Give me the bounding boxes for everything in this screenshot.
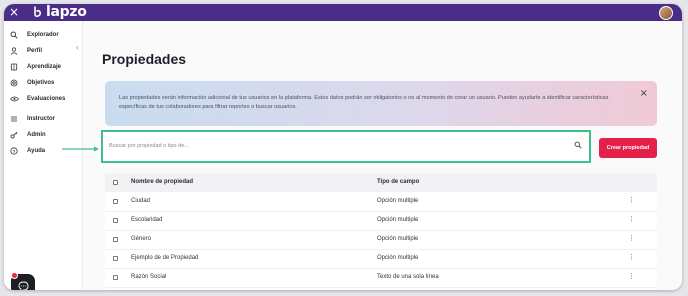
person-icon — [9, 46, 19, 56]
field-type: Opción multiple — [377, 236, 419, 242]
sidebar-item-label: Evaluaciones — [27, 96, 66, 102]
property-name: Ejemplo de de Propiedad — [131, 255, 199, 261]
info-banner: Las propiedades serán información adicio… — [105, 81, 657, 126]
table-row[interactable]: Ciudad Opción multiple ⋮ — [105, 192, 657, 212]
close-banner-icon[interactable]: × — [640, 88, 648, 99]
column-header-type: Tipo de campo — [377, 179, 420, 185]
field-type: Opción multiple — [377, 198, 419, 204]
search-box[interactable] — [101, 130, 591, 163]
page-title: Propiedades — [102, 51, 187, 67]
search-input[interactable] — [109, 140, 559, 152]
avatar[interactable] — [659, 6, 673, 20]
close-icon[interactable]: × — [9, 5, 19, 20]
sidebar-item-label: Objetivos — [27, 80, 55, 86]
main-content: Propiedades Las propiedades serán inform… — [83, 21, 682, 290]
table-row[interactable]: Ejemplo de de Propiedad Opción multiple … — [105, 249, 657, 269]
annotation-arrow-icon — [62, 146, 99, 152]
chat-icon — [18, 281, 28, 290]
more-options-icon[interactable]: ⋮ — [628, 196, 635, 204]
more-options-icon[interactable]: ⋮ — [628, 234, 635, 242]
logo-text: lapzo — [46, 4, 87, 20]
sidebar-item-perfil[interactable]: Perfil — [9, 45, 42, 57]
row-checkbox[interactable] — [113, 256, 118, 261]
row-checkbox[interactable] — [113, 275, 118, 280]
svg-text:?: ? — [13, 149, 16, 154]
sidebar-item-label: Instructor — [27, 116, 56, 122]
sidebar-item-admin[interactable]: Admin — [9, 129, 46, 141]
sidebar-item-explorador[interactable]: Explorador — [9, 29, 59, 41]
sidebar: ‹ Explorador Perfil Aprendizaje Objetivo… — [4, 21, 83, 290]
column-header-name: Nombre de propiedad — [131, 179, 194, 185]
table-row[interactable]: Género Opción multiple ⋮ — [105, 230, 657, 250]
row-checkbox[interactable] — [113, 218, 118, 223]
field-type: Opción multiple — [377, 217, 419, 223]
banner-text: Las propiedades serán información adicio… — [119, 95, 609, 110]
property-name: Razón Social — [131, 274, 167, 280]
notification-badge — [11, 272, 18, 279]
target-icon — [9, 78, 19, 88]
book-icon — [9, 62, 19, 72]
row-checkbox[interactable] — [113, 237, 118, 242]
sidebar-item-label: Aprendizaje — [27, 64, 62, 70]
property-name: Género — [131, 236, 152, 242]
table-row[interactable]: Razón Social Texto de una sola línea ⋮ — [105, 268, 657, 288]
app-window: × lapzo ‹ Explorador Perfil Aprendizaje … — [4, 4, 682, 290]
search-icon[interactable] — [574, 141, 582, 149]
help-icon: ? — [9, 146, 19, 156]
key-icon — [9, 130, 19, 140]
sidebar-item-aprendizaje[interactable]: Aprendizaje — [9, 61, 61, 73]
sidebar-item-ayuda[interactable]: ? Ayuda — [9, 145, 45, 157]
more-options-icon[interactable]: ⋮ — [628, 215, 635, 223]
collapse-sidebar-icon[interactable]: ‹ — [76, 43, 79, 52]
row-checkbox[interactable] — [113, 199, 118, 204]
field-type: Opción multiple — [377, 255, 419, 261]
sidebar-item-evaluaciones[interactable]: Evaluaciones — [9, 93, 65, 105]
property-name: Ciudad — [131, 198, 151, 204]
table-row[interactable]: Escolaridad Opción multiple ⋮ — [105, 211, 657, 231]
field-type: Texto de una sola línea — [377, 274, 439, 280]
chat-button[interactable] — [11, 272, 35, 290]
sidebar-item-label: Ayuda — [27, 148, 46, 154]
sidebar-item-label: Explorador — [27, 32, 59, 38]
eye-icon — [9, 94, 19, 104]
properties-table: Nombre de propiedad Tipo de campo Ciudad… — [105, 173, 657, 290]
more-options-icon[interactable]: ⋮ — [628, 253, 635, 261]
property-name: Escolaridad — [131, 217, 163, 223]
create-property-button[interactable]: Crear propiedad — [599, 138, 657, 158]
brand-logo[interactable]: lapzo — [31, 4, 87, 20]
sidebar-item-label: Admin — [27, 132, 46, 138]
lapzo-mark-icon — [34, 5, 42, 17]
sidebar-item-instructor[interactable]: Instructor — [9, 113, 55, 125]
more-options-icon[interactable]: ⋮ — [628, 272, 635, 280]
top-bar: × lapzo — [4, 4, 682, 21]
sidebar-item-label: Perfil — [27, 48, 43, 54]
search-icon — [9, 30, 19, 40]
sidebar-item-objetivos[interactable]: Objetivos — [9, 77, 54, 89]
list-icon — [9, 114, 19, 124]
table-header: Nombre de propiedad Tipo de campo — [105, 173, 657, 192]
select-all-checkbox[interactable] — [113, 180, 118, 185]
